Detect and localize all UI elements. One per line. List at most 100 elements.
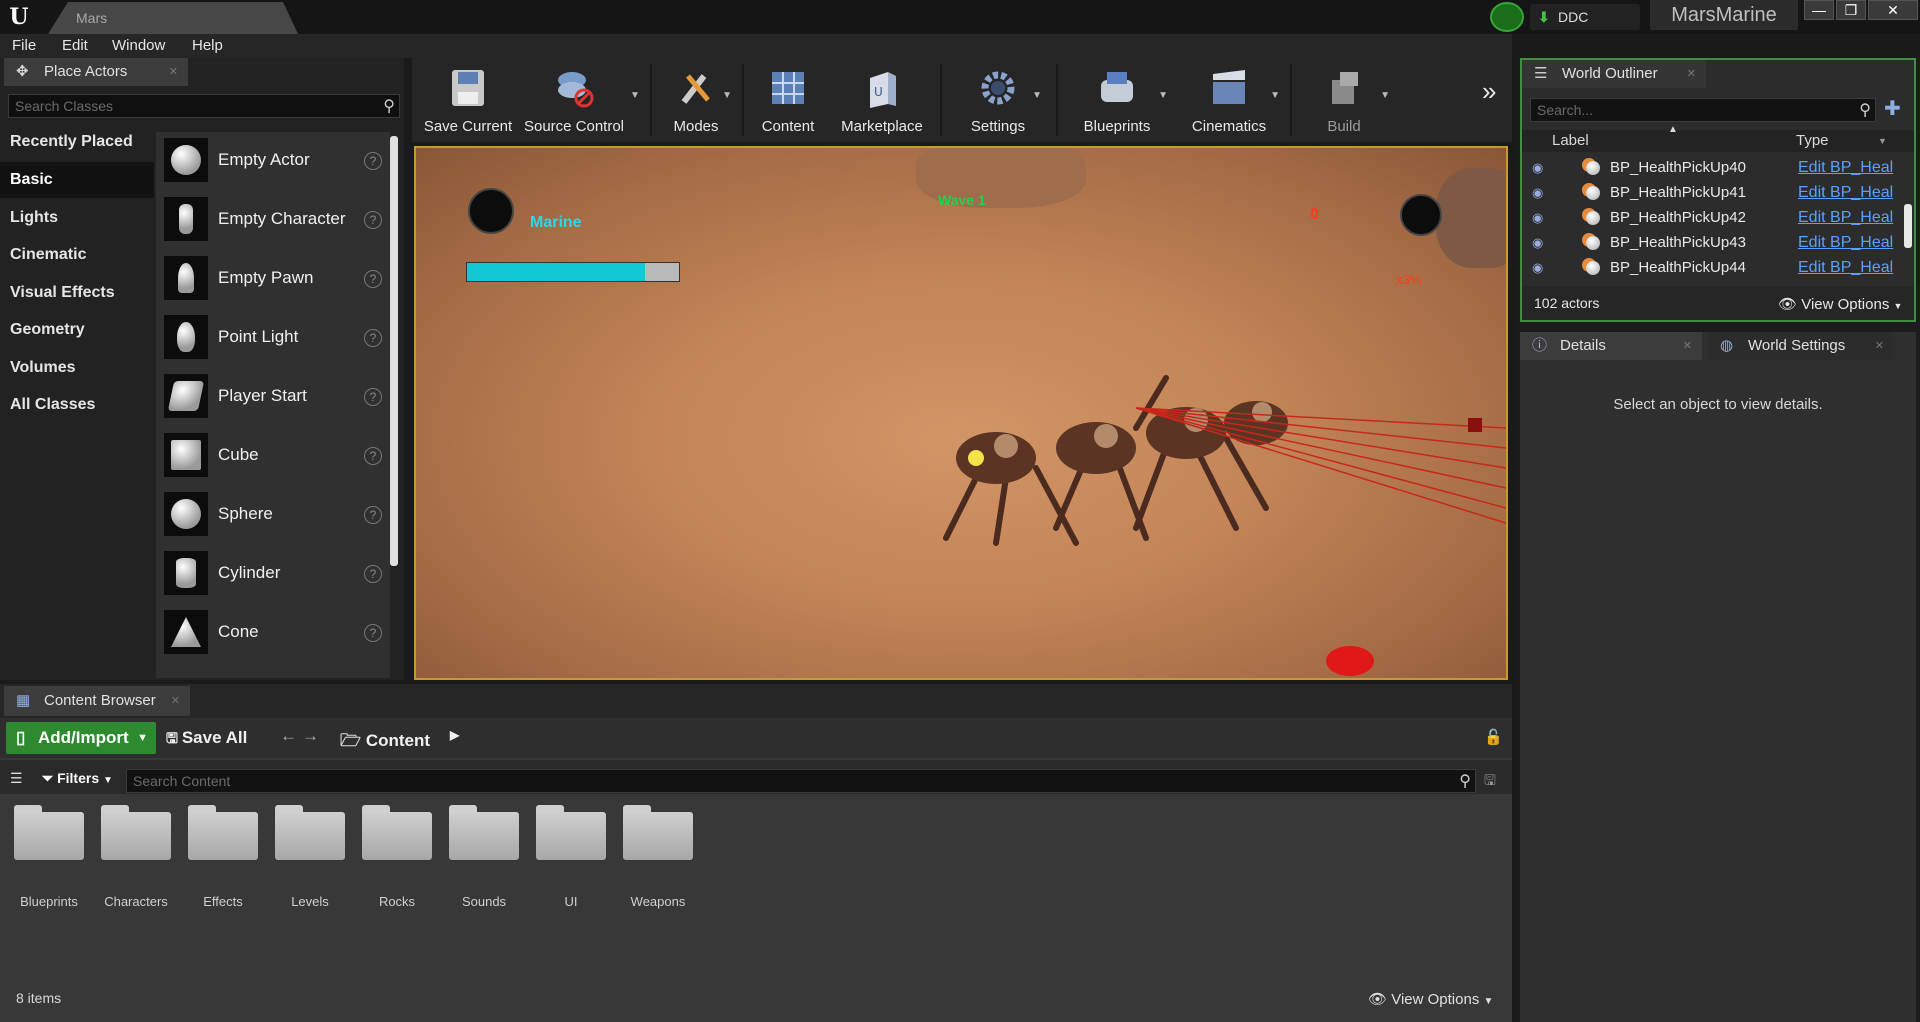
visibility-eye-icon[interactable]: ◉ xyxy=(1532,235,1543,251)
edit-blueprint-link[interactable]: Edit BP_Heal xyxy=(1798,234,1893,252)
help-icon[interactable]: ? xyxy=(364,506,382,524)
menu-file[interactable]: File xyxy=(12,34,36,58)
actor-item[interactable]: Player Start? xyxy=(156,368,390,427)
tab-details[interactable]: ⓘ Details ✕ xyxy=(1520,332,1702,360)
close-tab-icon[interactable]: ✕ xyxy=(169,58,178,86)
add-filter-icon[interactable]: ✚ xyxy=(1884,98,1901,120)
help-icon[interactable]: ? xyxy=(364,447,382,465)
menu-edit[interactable]: Edit xyxy=(62,34,88,58)
actor-item[interactable]: Empty Character? xyxy=(156,191,390,250)
tab-content-browser[interactable]: ▦ Content Browser ✕ xyxy=(4,686,190,716)
toolbar-more-button[interactable]: » xyxy=(1478,58,1508,142)
outliner-row[interactable]: ◉ BP_HealthPickUp40 Edit BP_Heal xyxy=(1522,156,1902,181)
forward-arrow-icon[interactable]: → xyxy=(302,726,319,746)
outliner-search-input[interactable]: Search... ⚲ xyxy=(1530,98,1876,122)
help-icon[interactable]: ? xyxy=(364,329,382,347)
search-classes-input[interactable]: Search Classes ⚲ xyxy=(8,94,400,118)
help-icon[interactable]: ? xyxy=(364,211,382,229)
ddc-button[interactable]: ⬇ DDC xyxy=(1530,4,1640,30)
help-icon[interactable]: ? xyxy=(364,565,382,583)
tab-world-settings[interactable]: ◍ World Settings ✕ xyxy=(1708,332,1894,360)
category-geometry[interactable]: Geometry xyxy=(0,312,154,348)
save-all-button[interactable]: 🖫 Save All xyxy=(166,728,247,752)
outliner-row[interactable]: ◉ BP_HealthPickUp42 Edit BP_Heal xyxy=(1522,206,1902,231)
column-label[interactable]: Label xyxy=(1552,132,1589,149)
visibility-eye-icon[interactable]: ◉ xyxy=(1532,185,1543,201)
back-arrow-icon[interactable]: ← xyxy=(280,726,297,746)
outliner-scrollbar[interactable] xyxy=(1904,204,1912,248)
minimize-button[interactable]: — xyxy=(1804,0,1834,20)
menu-help[interactable]: Help xyxy=(192,34,223,58)
restore-button[interactable]: ❐ xyxy=(1836,0,1866,20)
source-control-button[interactable]: Source Control xyxy=(522,58,626,142)
outliner-row[interactable]: ◉ BP_HealthPickUp41 Edit BP_Heal xyxy=(1522,181,1902,206)
chevron-down-icon[interactable]: ▼ xyxy=(1878,136,1887,146)
filters-button[interactable]: ⏷ Filters ▼ xyxy=(42,770,113,787)
actor-item[interactable]: Cone? xyxy=(156,604,390,663)
close-tab-icon[interactable]: ✕ xyxy=(171,686,180,716)
category-basic[interactable]: Basic xyxy=(0,162,154,198)
edit-blueprint-link[interactable]: Edit BP_Heal xyxy=(1798,259,1893,277)
close-tab-icon[interactable]: ✕ xyxy=(1683,332,1692,360)
visibility-eye-icon[interactable]: ◉ xyxy=(1532,210,1543,226)
lock-icon[interactable]: 🔓 xyxy=(1484,728,1503,746)
save-current-button[interactable]: Save Current xyxy=(416,58,520,142)
settings-button[interactable]: Settings ▼ xyxy=(946,58,1050,142)
close-tab-icon[interactable]: ✕ xyxy=(1687,60,1696,88)
category-cinematic[interactable]: Cinematic xyxy=(0,237,154,273)
category-lights[interactable]: Lights xyxy=(0,200,154,236)
actor-item[interactable]: Empty Actor? xyxy=(156,132,390,191)
path-chevron-icon[interactable]: ▶ xyxy=(450,728,459,742)
add-import-button[interactable]: ▯ Add/Import ▼ xyxy=(6,722,156,754)
visibility-eye-icon[interactable]: ◉ xyxy=(1532,160,1543,176)
player-avatar xyxy=(468,188,514,234)
path-content-button[interactable]: 🗁 Content xyxy=(340,728,430,757)
folder-label: Characters xyxy=(104,894,168,909)
category-recently-placed[interactable]: Recently Placed xyxy=(0,124,154,160)
marketplace-button[interactable]: U Marketplace xyxy=(832,58,932,142)
actor-list-scrollbar[interactable] xyxy=(390,136,398,566)
chevron-down-icon: ▼ xyxy=(137,732,148,744)
level-tab[interactable]: Mars xyxy=(48,2,298,34)
outliner-view-options-button[interactable]: 👁 View Options ▼ xyxy=(1778,295,1902,313)
close-tab-icon[interactable]: ✕ xyxy=(1875,332,1884,360)
edit-blueprint-link[interactable]: Edit BP_Heal xyxy=(1798,159,1893,177)
sphere-icon xyxy=(164,492,208,536)
help-icon[interactable]: ? xyxy=(364,152,382,170)
edit-blueprint-link[interactable]: Edit BP_Heal xyxy=(1798,209,1893,227)
tab-world-outliner[interactable]: ☰ World Outliner ✕ xyxy=(1522,60,1706,88)
edit-blueprint-link[interactable]: Edit BP_Heal xyxy=(1798,184,1893,202)
actor-item[interactable]: Point Light? xyxy=(156,309,390,368)
enemy-avatar xyxy=(1400,194,1442,236)
category-volumes[interactable]: Volumes xyxy=(0,350,154,386)
search-content-input[interactable]: Search Content ⚲ xyxy=(126,769,1476,793)
close-button[interactable]: ✕ xyxy=(1868,0,1918,20)
outliner-row[interactable]: ◉ BP_HealthPickUp43 Edit BP_Heal xyxy=(1522,231,1902,256)
column-type[interactable]: Type xyxy=(1796,132,1829,149)
cinematics-button[interactable]: Cinematics ▼ xyxy=(1174,58,1284,142)
help-icon[interactable]: ? xyxy=(364,270,382,288)
actor-item[interactable]: Cylinder? xyxy=(156,545,390,604)
menu-window[interactable]: Window xyxy=(112,34,165,58)
blueprints-button[interactable]: Blueprints ▼ xyxy=(1062,58,1172,142)
sources-toggle-icon[interactable]: ☰ xyxy=(10,770,23,787)
level-viewport[interactable]: Marine Wave 1 0 x3% xyxy=(414,146,1508,680)
visibility-eye-icon[interactable]: ◉ xyxy=(1532,260,1543,276)
category-visual-effects[interactable]: Visual Effects xyxy=(0,275,154,311)
content-button[interactable]: Content xyxy=(748,58,828,142)
content-view-options-button[interactable]: 👁 View Options ▼ xyxy=(1368,990,1493,1008)
build-button[interactable]: Build ▼ xyxy=(1296,58,1392,142)
actor-item[interactable]: Cube? xyxy=(156,427,390,486)
actor-item[interactable]: Empty Pawn? xyxy=(156,250,390,309)
help-icon[interactable]: ? xyxy=(364,388,382,406)
status-indicator-icon[interactable] xyxy=(1490,2,1524,32)
outliner-row[interactable]: ◉ BP_HealthPickUp44 Edit BP_Heal xyxy=(1522,256,1902,281)
save-search-icon[interactable]: 🖫 xyxy=(1484,770,1496,794)
category-all-classes[interactable]: All Classes xyxy=(0,387,154,423)
unreal-logo-icon[interactable]: U xyxy=(4,2,34,32)
source-control-dropdown[interactable]: ▼ xyxy=(626,58,646,142)
tab-place-actors[interactable]: ✥ Place Actors ✕ xyxy=(4,58,188,86)
help-icon[interactable]: ? xyxy=(364,624,382,642)
modes-button[interactable]: Modes ▼ xyxy=(656,58,736,142)
actor-item[interactable]: Sphere? xyxy=(156,486,390,545)
